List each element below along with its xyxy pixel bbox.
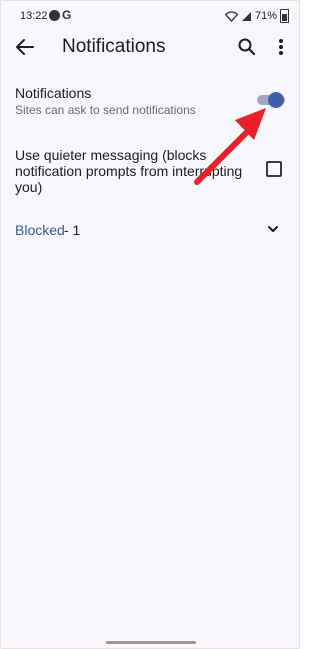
back-arrow-icon[interactable] [13,35,37,59]
signal-icon [241,11,251,21]
notifications-setting-subtitle: Sites can ask to send notifications [15,103,196,117]
chevron-down-icon[interactable] [266,222,280,236]
do-not-disturb-icon [49,10,60,21]
wifi-icon [224,10,238,22]
google-icon: G [62,8,72,22]
blocked-count: - 1 [64,222,81,238]
quieter-messaging-checkbox[interactable] [266,161,282,177]
status-bar: 13:22 G 71% [1,1,299,31]
battery-percent: 71% [254,10,277,22]
blocked-label: Blocked [15,222,65,238]
quieter-messaging-label: Use quieter messaging (blocks notificati… [15,147,243,195]
notifications-setting-row[interactable]: Notifications Sites can ask to send noti… [1,81,299,121]
page-title: Notifications [62,36,166,57]
more-options-icon[interactable] [271,35,291,59]
status-system-icons: 71% [224,9,289,23]
status-time: 13:22 [20,10,48,22]
search-icon[interactable] [235,35,259,59]
app-bar: Notifications [1,31,299,63]
home-indicator[interactable] [106,641,196,644]
status-notification-icons: G [49,8,72,22]
toggle-thumb [268,92,284,108]
notifications-setting-title: Notifications [15,85,92,101]
settings-screen: 13:22 G 71% Notifications Notifications … [0,0,300,649]
blocked-section-header[interactable]: Blocked - 1 [1,217,299,243]
notifications-toggle[interactable] [257,92,287,108]
battery-icon [280,9,289,23]
